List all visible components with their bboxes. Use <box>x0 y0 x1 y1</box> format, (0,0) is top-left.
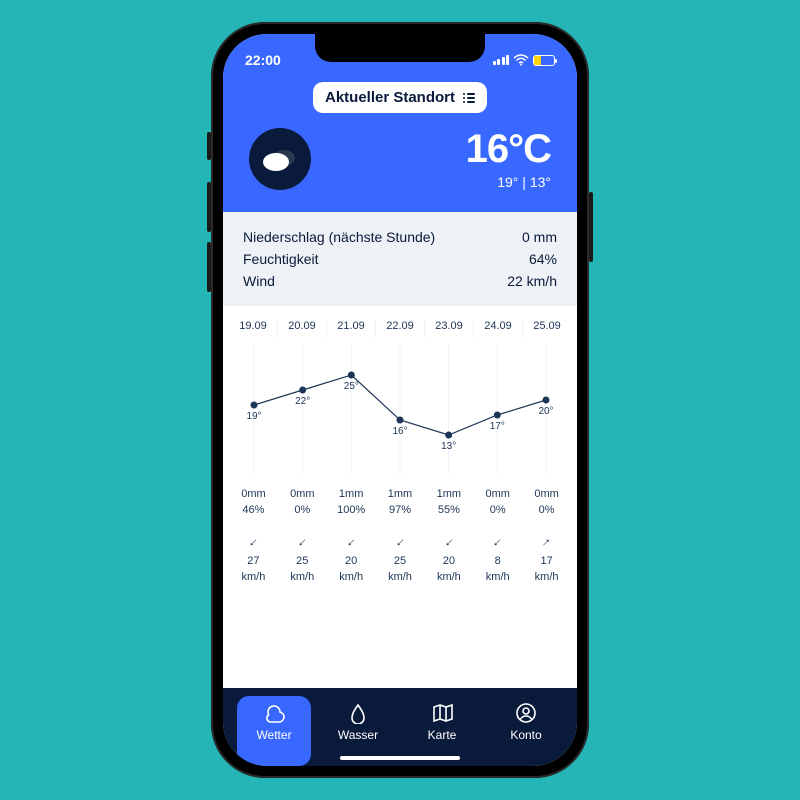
karte-icon <box>431 702 453 724</box>
svg-text:13°: 13° <box>441 441 456 452</box>
temperature-range: 19° | 13° <box>466 174 551 190</box>
stat-value: 0 mm <box>522 229 557 245</box>
forecast-precip-col: 1mm100% <box>327 484 376 522</box>
forecast-wind-col: ↑20km/h <box>327 530 376 589</box>
battery-icon <box>533 55 555 66</box>
wind-direction-icon: ↑ <box>538 533 556 551</box>
weather-condition-icon <box>249 128 311 190</box>
forecast-precip-col: 0mm46% <box>229 484 278 522</box>
svg-text:16°: 16° <box>392 426 407 437</box>
forecast-date: 23.09 <box>425 320 474 338</box>
forecast-precip-col: 1mm55% <box>424 484 473 522</box>
tab-label: Konto <box>510 728 541 742</box>
forecast-precip-col: 0mm0% <box>473 484 522 522</box>
status-time: 22:00 <box>245 52 281 68</box>
forecast-wind-col: ↑25km/h <box>376 530 425 589</box>
forecast-precip-col: 1mm97% <box>376 484 425 522</box>
list-icon <box>463 93 475 103</box>
svg-text:19°: 19° <box>246 411 261 422</box>
tab-bar: Wetter Wasser Karte Konto <box>223 688 577 766</box>
wetter-icon <box>263 702 285 724</box>
konto-icon <box>515 702 537 724</box>
tab-konto[interactable]: Konto <box>489 696 563 766</box>
wind-direction-icon: ↑ <box>244 533 262 551</box>
forecast-temperature-chart: 19° 22° 25° 16° 13° 17° 20° <box>229 344 571 474</box>
wind-direction-icon: ↑ <box>391 533 409 551</box>
signal-icon <box>493 55 510 65</box>
wind-direction-icon: ↑ <box>440 533 458 551</box>
stat-value: 64% <box>529 251 557 267</box>
stat-row-wind: Wind 22 km/h <box>243 270 557 292</box>
forecast-date: 19.09 <box>229 320 278 338</box>
wind-direction-icon: ↑ <box>293 533 311 551</box>
stat-label: Niederschlag (nächste Stunde) <box>243 229 435 245</box>
forecast-wind-col: ↑17km/h <box>522 530 571 589</box>
forecast-date: 24.09 <box>474 320 523 338</box>
forecast-wind-col: ↑8km/h <box>473 530 522 589</box>
home-indicator[interactable] <box>340 756 460 760</box>
forecast-date: 22.09 <box>376 320 425 338</box>
weather-header: Aktueller Standort 16°C 19° | 13° <box>223 76 577 212</box>
svg-text:20°: 20° <box>538 406 553 417</box>
phone-frame: 22:00 Aktueller Standort <box>211 22 589 778</box>
stat-value: 22 km/h <box>507 273 557 289</box>
svg-text:22°: 22° <box>295 396 310 407</box>
forecast-precip-col: 0mm0% <box>278 484 327 522</box>
forecast-wind-col: ↑20km/h <box>424 530 473 589</box>
wind-direction-icon: ↑ <box>342 533 360 551</box>
stat-row-humidity: Feuchtigkeit 64% <box>243 248 557 270</box>
forecast-panel: 19.0920.0921.0922.0923.0924.0925.09 19° 2… <box>223 306 577 688</box>
wind-direction-icon: ↑ <box>489 533 507 551</box>
tab-wetter[interactable]: Wetter <box>237 696 311 766</box>
forecast-precip-col: 0mm0% <box>522 484 571 522</box>
tab-label: Wasser <box>338 728 378 742</box>
forecast-precipitation: 0mm46%0mm0%1mm100%1mm97%1mm55%0mm0%0mm0% <box>229 484 571 522</box>
wifi-icon <box>513 54 529 66</box>
tab-label: Wetter <box>256 728 291 742</box>
forecast-wind-col: ↑25km/h <box>278 530 327 589</box>
location-label: Aktueller Standort <box>325 89 455 106</box>
forecast-date: 21.09 <box>327 320 376 338</box>
current-temperature: 16°C <box>466 127 551 172</box>
forecast-date: 20.09 <box>278 320 327 338</box>
location-selector-button[interactable]: Aktueller Standort <box>313 82 487 113</box>
wasser-icon <box>347 702 369 724</box>
tab-label: Karte <box>428 728 457 742</box>
svg-text:25°: 25° <box>344 381 359 392</box>
forecast-dates: 19.0920.0921.0922.0923.0924.0925.09 <box>229 320 571 338</box>
stat-label: Feuchtigkeit <box>243 251 318 267</box>
weather-stats: Niederschlag (nächste Stunde) 0 mm Feuch… <box>223 212 577 306</box>
screen: 22:00 Aktueller Standort <box>223 34 577 766</box>
notch <box>315 34 485 62</box>
stat-label: Wind <box>243 273 275 289</box>
stat-row-precip: Niederschlag (nächste Stunde) 0 mm <box>243 226 557 248</box>
forecast-wind: ↑27km/h↑25km/h↑20km/h↑25km/h↑20km/h↑8km/… <box>229 530 571 589</box>
forecast-date: 25.09 <box>523 320 571 338</box>
forecast-wind-col: ↑27km/h <box>229 530 278 589</box>
svg-text:17°: 17° <box>490 421 505 432</box>
